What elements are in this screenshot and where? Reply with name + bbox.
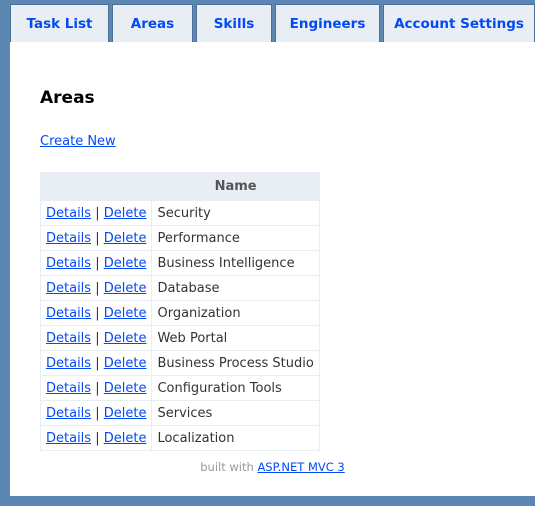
row-actions-cell: Details | Delete [39, 350, 153, 376]
link-separator: | [95, 355, 100, 371]
delete-link[interactable]: Delete [104, 306, 147, 321]
area-name-cell: Configuration Tools [151, 375, 320, 401]
table-row: Details | Delete Performance [39, 225, 320, 251]
area-name-cell: Business Intelligence [151, 250, 320, 276]
table-row: Details | Delete Organization [39, 300, 320, 326]
row-actions-cell: Details | Delete [39, 200, 153, 226]
table-row: Details | Delete Localization [39, 425, 320, 451]
area-name-cell: Database [151, 275, 320, 301]
delete-link[interactable]: Delete [104, 281, 147, 296]
footer-text: built with [200, 460, 254, 474]
table-row: Details | Delete Configuration Tools [39, 375, 320, 401]
tab-task-list[interactable]: Task List [10, 4, 109, 42]
link-separator: | [95, 430, 100, 446]
delete-link[interactable]: Delete [104, 356, 147, 371]
table-row: Details | Delete Business Intelligence [39, 250, 320, 276]
footer-link[interactable]: ASP.NET MVC 3 [257, 460, 344, 474]
delete-link[interactable]: Delete [104, 381, 147, 396]
row-actions-cell: Details | Delete [39, 325, 153, 351]
details-link[interactable]: Details [46, 306, 91, 321]
main-nav: Task List Areas Skills Engineers Account… [8, 4, 535, 42]
link-separator: | [95, 380, 100, 396]
delete-link[interactable]: Delete [104, 206, 147, 221]
name-column-header: Name [151, 172, 320, 201]
table-row: Details | Delete Services [39, 400, 320, 426]
details-link[interactable]: Details [46, 281, 91, 296]
area-name-cell: Web Portal [151, 325, 320, 351]
row-actions-cell: Details | Delete [39, 300, 153, 326]
row-actions-cell: Details | Delete [39, 400, 153, 426]
delete-link[interactable]: Delete [104, 231, 147, 246]
link-separator: | [95, 280, 100, 296]
link-separator: | [95, 230, 100, 246]
actions-column-header [39, 172, 153, 201]
table-header-row: Name [39, 172, 320, 201]
delete-link[interactable]: Delete [104, 331, 147, 346]
areas-table: Name Details | Delete Security Details | D… [39, 172, 320, 451]
table-row: Details | Delete Business Process Studio [39, 350, 320, 376]
link-separator: | [95, 305, 100, 321]
delete-link[interactable]: Delete [104, 406, 147, 421]
page-title: Areas [40, 88, 95, 108]
tab-areas[interactable]: Areas [112, 4, 193, 42]
details-link[interactable]: Details [46, 206, 91, 221]
link-separator: | [95, 255, 100, 271]
link-separator: | [95, 330, 100, 346]
area-name-cell: Business Process Studio [151, 350, 320, 376]
row-actions-cell: Details | Delete [39, 425, 153, 451]
row-actions-cell: Details | Delete [39, 375, 153, 401]
tab-skills[interactable]: Skills [196, 4, 272, 42]
row-actions-cell: Details | Delete [39, 250, 153, 276]
delete-link[interactable]: Delete [104, 431, 147, 446]
details-link[interactable]: Details [46, 356, 91, 371]
create-new-link[interactable]: Create New [40, 134, 116, 149]
main-content: Areas Create New Name Details | Delete Se… [10, 42, 535, 496]
table-row: Details | Delete Web Portal [39, 325, 320, 351]
area-name-cell: Organization [151, 300, 320, 326]
details-link[interactable]: Details [46, 331, 91, 346]
area-name-cell: Localization [151, 425, 320, 451]
link-separator: | [95, 405, 100, 421]
details-link[interactable]: Details [46, 431, 91, 446]
row-actions-cell: Details | Delete [39, 275, 153, 301]
details-link[interactable]: Details [46, 231, 91, 246]
details-link[interactable]: Details [46, 406, 91, 421]
table-row: Details | Delete Database [39, 275, 320, 301]
area-name-cell: Performance [151, 225, 320, 251]
link-separator: | [95, 205, 100, 221]
area-name-cell: Services [151, 400, 320, 426]
row-actions-cell: Details | Delete [39, 225, 153, 251]
footer: built with ASP.NET MVC 3 [10, 460, 535, 474]
tab-engineers[interactable]: Engineers [275, 4, 380, 42]
details-link[interactable]: Details [46, 256, 91, 271]
tab-account-settings[interactable]: Account Settings [383, 4, 535, 42]
details-link[interactable]: Details [46, 381, 91, 396]
table-body: Details | Delete Security Details | Delete… [39, 200, 320, 451]
delete-link[interactable]: Delete [104, 256, 147, 271]
table-row: Details | Delete Security [39, 200, 320, 226]
area-name-cell: Security [151, 200, 320, 226]
